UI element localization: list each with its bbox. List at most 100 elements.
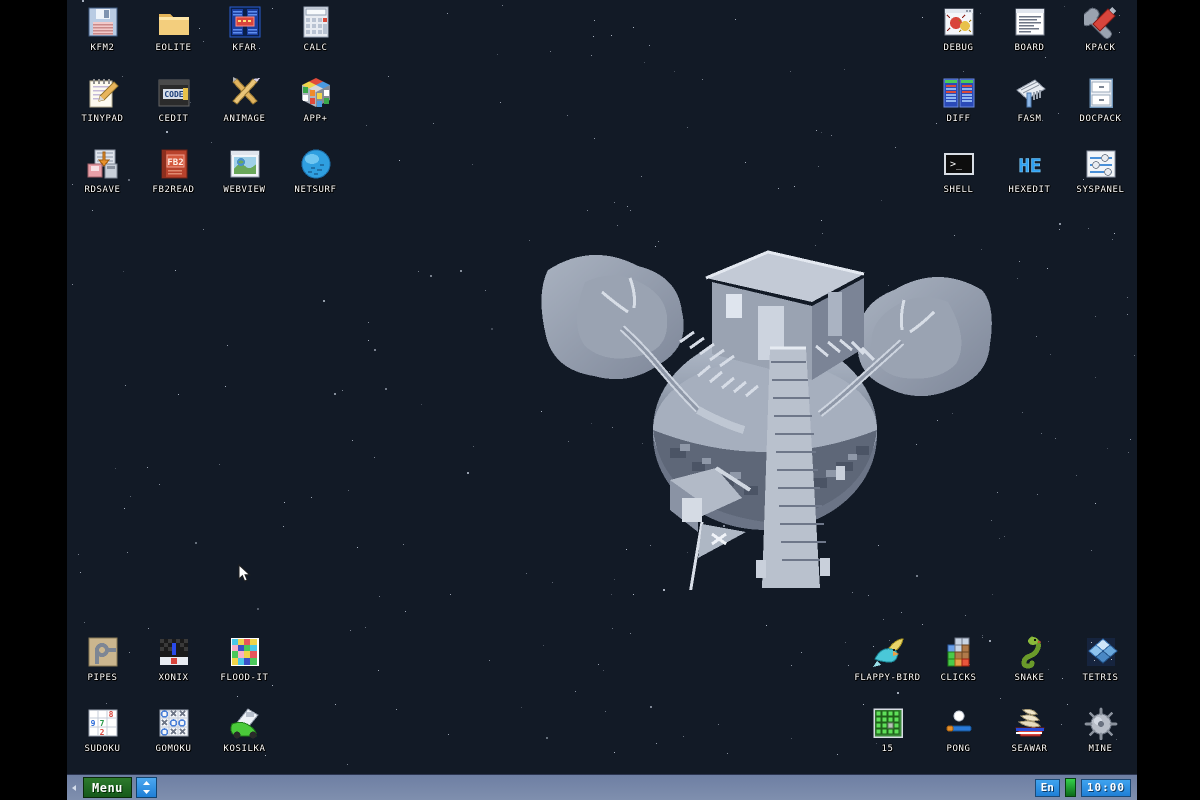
lawn-mower-icon — [228, 706, 262, 740]
svg-text:9: 9 — [90, 719, 95, 728]
desktop-icon-label: BOARD — [1014, 43, 1045, 53]
svg-text:HE: HE — [1018, 155, 1041, 177]
desktop-icon-label: FLOOD-IT — [220, 673, 269, 683]
clock[interactable]: 10:00 — [1080, 778, 1131, 797]
desktop-icon-gomoku[interactable]: GOMOKU — [138, 703, 209, 774]
desktop-icon-fasm[interactable]: FASM — [994, 73, 1065, 144]
crossed-pencils-icon — [228, 76, 262, 110]
desktop-icon-label: DIFF — [946, 114, 971, 124]
desktop-icon-label: KOSILKA — [223, 744, 266, 754]
desktop-icon-kpack[interactable]: KPACK — [1065, 2, 1136, 73]
text-board-icon — [1013, 5, 1047, 39]
sliders-panel-icon — [1084, 147, 1118, 181]
screen-capture: KFM2 EOLITE KFAR CALC TINYPAD CODE CEDIT… — [0, 0, 1200, 800]
desktop-icon-board[interactable]: BOARD — [994, 2, 1065, 73]
pong-paddle-ball-icon — [942, 706, 976, 740]
desktop-icon-kfar[interactable]: KFAR — [209, 2, 280, 73]
desktop-icon-eolite[interactable]: EOLITE — [138, 2, 209, 73]
desktop-icon-label: KFAR — [232, 43, 257, 53]
desktop-icon-clicks[interactable]: CLICKS — [923, 632, 994, 703]
taskbar[interactable]: Menu En 10:00 — [67, 774, 1137, 800]
desktop-icon-diff[interactable]: DIFF — [923, 73, 994, 144]
desktop-icon-label: EOLITE — [155, 43, 192, 53]
desktop-icon-debug[interactable]: DEBUG — [923, 2, 994, 73]
svg-text:8: 8 — [108, 710, 113, 719]
icon-group-top-right: DEBUG BOARD KPACK DIFF FASM DOCPACK >_ S… — [923, 2, 1136, 215]
desktop-icon-calc[interactable]: CALC — [280, 2, 351, 73]
desktop-icon-rdsave[interactable]: RDSAVE — [67, 144, 138, 215]
rubiks-cube-icon — [299, 76, 333, 110]
icon-group-bottom-right: FLAPPY-BIRD CLICKS SNAKE TETRIS 15 PONG … — [852, 632, 1136, 774]
pipes-game-icon — [86, 635, 120, 669]
activity-led-icon — [1064, 778, 1076, 797]
desktop-icon-flood-it[interactable]: FLOOD-IT — [209, 632, 280, 703]
desktop-icon-label: DEBUG — [943, 43, 974, 53]
desktop-icon-sudoku[interactable]: 8 9 7 2 SUDOKU — [67, 703, 138, 774]
folder-icon — [157, 5, 191, 39]
svg-text:2: 2 — [99, 728, 104, 737]
desktop-icon-label: SYSPANEL — [1076, 185, 1125, 195]
icon-group-bottom-left: PIPES XONIX FLOOD-IT 8 9 7 2 SUDOKU GOMO… — [67, 632, 280, 774]
desktop-icon-label: KPACK — [1085, 43, 1116, 53]
desktop-icon-mine[interactable]: MINE — [1065, 703, 1136, 774]
taskbar-collapse-arrow-icon[interactable] — [67, 775, 81, 800]
gomoku-board-icon — [157, 706, 191, 740]
desktop-icon-label: SNAKE — [1014, 673, 1045, 683]
sailing-ship-icon — [1013, 706, 1047, 740]
green-snake-icon — [1013, 635, 1047, 669]
calculator-icon — [299, 5, 333, 39]
tetromino-blocks-icon — [942, 635, 976, 669]
desktop[interactable]: KFM2 EOLITE KFAR CALC TINYPAD CODE CEDIT… — [67, 0, 1137, 800]
he-letters-icon: HE HE — [1013, 147, 1047, 181]
desktop-icon-label: SHELL — [943, 185, 974, 195]
desktop-icon-label: GOMOKU — [155, 744, 192, 754]
desktop-icon-hexedit[interactable]: HE HE HEXEDIT — [994, 144, 1065, 215]
desktop-icon-label: RDSAVE — [84, 185, 121, 195]
notepad-pencil-icon — [86, 76, 120, 110]
desktop-icon-pong[interactable]: PONG — [923, 703, 994, 774]
desktop-icon-seawar[interactable]: SEAWAR — [994, 703, 1065, 774]
desktop-icon-label: NETSURF — [294, 185, 337, 195]
start-menu-button[interactable]: Menu — [83, 777, 132, 798]
desktop-icon-kosilka[interactable]: KOSILKA — [209, 703, 280, 774]
desktop-icon-15[interactable]: 15 — [852, 703, 923, 774]
flood-it-grid-icon — [228, 635, 262, 669]
desktop-icon-label: XONIX — [158, 673, 189, 683]
file-cabinet-icon — [1084, 76, 1118, 110]
desktop-icon-label: HEXEDIT — [1008, 185, 1051, 195]
desktop-icon-app-[interactable]: APP+ — [280, 73, 351, 144]
desktop-icon-label: 15 — [881, 744, 894, 754]
desktop-icon-flappy-bird[interactable]: FLAPPY-BIRD — [852, 632, 923, 703]
desktop-icon-shell[interactable]: >_ SHELL — [923, 144, 994, 215]
debugger-bug-icon — [942, 5, 976, 39]
web-page-window-icon — [228, 147, 262, 181]
desktop-icon-snake[interactable]: SNAKE — [994, 632, 1065, 703]
desktop-icon-label: APP+ — [303, 114, 328, 124]
desktop-icon-webview[interactable]: WEBVIEW — [209, 144, 280, 215]
sudoku-grid-icon: 8 9 7 2 — [86, 706, 120, 740]
desktop-icon-label: TETRIS — [1082, 673, 1119, 683]
desktop-icon-tetris[interactable]: TETRIS — [1065, 632, 1136, 703]
desktop-icon-kfm2[interactable]: KFM2 — [67, 2, 138, 73]
desktop-icon-label: CALC — [303, 43, 328, 53]
desktop-icon-tinypad[interactable]: TINYPAD — [67, 73, 138, 144]
language-indicator[interactable]: En — [1034, 778, 1060, 797]
desktop-icon-animage[interactable]: ANIMAGE — [209, 73, 280, 144]
icon-group-top-left: KFM2 EOLITE KFAR CALC TINYPAD CODE CEDIT… — [67, 2, 351, 215]
desktop-icon-pipes[interactable]: PIPES — [67, 632, 138, 703]
svg-text:7: 7 — [99, 719, 104, 728]
desktop-icon-cedit[interactable]: CODE CEDIT — [138, 73, 209, 144]
desktop-icon-syspanel[interactable]: SYSPANEL — [1065, 144, 1136, 215]
fb2-book-icon: FB2 — [157, 147, 191, 181]
desktop-icon-xonix[interactable]: XONIX — [138, 632, 209, 703]
desktop-icon-fb2read[interactable]: FB2 FB2READ — [138, 144, 209, 215]
up-down-arrows-glyph — [142, 781, 150, 794]
terminal-prompt-icon: >_ — [942, 147, 976, 181]
desktop-icon-label: ANIMAGE — [223, 114, 266, 124]
up-down-arrows-icon[interactable] — [135, 777, 157, 798]
desktop-icon-label: PONG — [946, 744, 971, 754]
hummingbird-icon — [871, 635, 905, 669]
desktop-icon-docpack[interactable]: DOCPACK — [1065, 73, 1136, 144]
desktop-icon-netsurf[interactable]: NETSURF — [280, 144, 351, 215]
desktop-icon-label: FB2READ — [152, 185, 195, 195]
